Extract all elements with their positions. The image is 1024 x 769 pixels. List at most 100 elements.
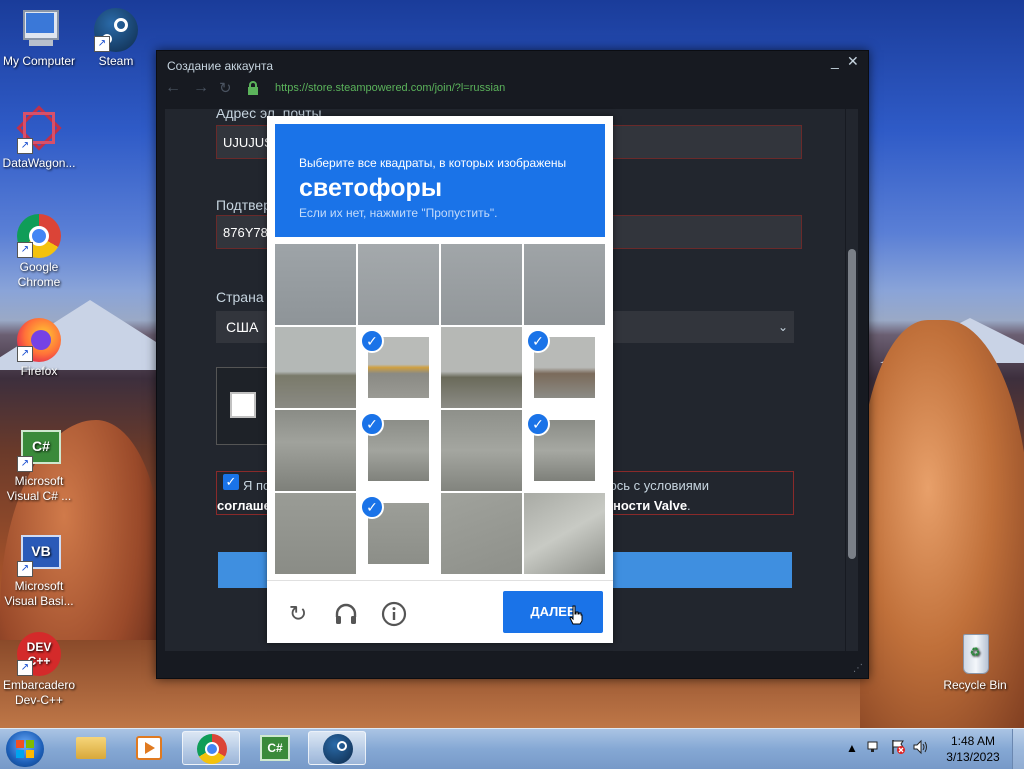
desktop-icon-dev-cpp[interactable]: DEV C++ ↗ Embarcadero Dev-C++ (0, 632, 81, 708)
captcha-tile[interactable] (441, 244, 522, 325)
visual-csharp-icon: C# ↗ (17, 428, 61, 472)
info-icon[interactable] (381, 601, 407, 627)
shortcut-arrow-icon: ↗ (94, 36, 110, 52)
captcha-instruction: Выберите все квадраты, в которых изображ… (299, 156, 567, 170)
captcha-tile[interactable]: ✓ (524, 410, 605, 491)
checkmark-icon: ✓ (360, 412, 384, 436)
desktop-icon-datawagon[interactable]: ↗ DataWagon... (0, 105, 81, 171)
dev-cpp-icon: DEV C++ ↗ (17, 632, 61, 676)
minimize-button[interactable]: _ (831, 53, 839, 69)
captcha-tile-image (275, 244, 356, 325)
windows-logo-icon (16, 740, 24, 748)
checkmark-icon: ✓ (360, 329, 384, 353)
captcha-tile[interactable] (524, 244, 605, 325)
privacy-link[interactable]: ности Valve (613, 498, 687, 513)
forward-arrow-icon[interactable]: → (193, 79, 209, 97)
desktop-icon-firefox[interactable]: ↗ Firefox (0, 318, 81, 379)
checkmark-icon: ✓ (526, 329, 550, 353)
start-button[interactable] (6, 731, 44, 767)
country-label: Страна (216, 289, 264, 305)
captcha-tile[interactable] (275, 244, 356, 325)
captcha-target: светофоры (299, 174, 443, 202)
captcha-tile[interactable] (524, 493, 605, 574)
captcha-tile-image (441, 493, 522, 574)
taskbar-chrome[interactable] (182, 731, 240, 765)
volume-icon[interactable] (912, 739, 930, 758)
captcha-image-grid: ✓ ✓ ✓ ✓ ✓ (275, 244, 605, 574)
cursor-hand-icon (569, 605, 583, 625)
captcha-tile-image (441, 410, 522, 491)
visual-basic-icon: VB ↗ (17, 533, 61, 577)
taskbar-steam[interactable] (308, 731, 366, 765)
taskbar: C# ▲ 1:48 AM 3/13/2023 (0, 728, 1024, 769)
datawagon-icon: ↗ (16, 105, 62, 154)
captcha-tile-image (524, 493, 605, 574)
resize-grip-icon[interactable]: ⋰ (853, 663, 863, 674)
captcha-tile[interactable] (441, 410, 522, 491)
headphones-icon[interactable] (333, 601, 359, 627)
url-bar: ← → ↻ https://store.steampowered.com/joi… (157, 77, 868, 101)
tray-expand-icon[interactable]: ▲ (846, 741, 858, 755)
scrollbar[interactable] (846, 109, 858, 651)
captcha-tile-image (524, 244, 605, 325)
recaptcha-checkbox[interactable] (230, 392, 256, 418)
clock[interactable]: 1:48 AM 3/13/2023 (940, 733, 1006, 765)
next-button[interactable]: ДАЛЕЕ (503, 591, 603, 633)
captcha-tile[interactable] (358, 244, 439, 325)
agreement-link[interactable]: соглаше (217, 498, 271, 513)
captcha-tile[interactable]: ✓ (358, 493, 439, 574)
chrome-icon: ↗ (17, 214, 61, 258)
desktop-icon-steam[interactable]: ↗ Steam (74, 8, 158, 69)
action-center-flag-icon[interactable] (890, 739, 906, 758)
folder-icon (76, 737, 106, 759)
shortcut-arrow-icon: ↗ (17, 456, 33, 472)
captcha-tile[interactable] (275, 327, 356, 408)
taskbar-visual-csharp[interactable]: C# (246, 731, 304, 765)
desktop-icon-visual-basic[interactable]: VB ↗ Microsoft Visual Basi... (0, 533, 81, 609)
show-desktop-button[interactable] (1012, 729, 1024, 769)
taskbar-explorer[interactable] (62, 731, 120, 765)
shortcut-arrow-icon: ↗ (17, 242, 33, 258)
computer-icon (17, 8, 61, 52)
chrome-icon (197, 734, 227, 764)
refresh-icon[interactable]: ↻ (285, 601, 311, 627)
visual-csharp-icon: C# (260, 735, 290, 761)
shortcut-arrow-icon: ↗ (17, 138, 33, 154)
shortcut-arrow-icon: ↗ (17, 561, 33, 577)
captcha-tile[interactable] (275, 493, 356, 574)
captcha-tile[interactable] (441, 493, 522, 574)
country-value: США (226, 319, 259, 335)
captcha-tile[interactable]: ✓ (358, 410, 439, 491)
captcha-tile[interactable]: ✓ (524, 327, 605, 408)
steam-icon (323, 734, 353, 764)
desktop-icon-visual-csharp[interactable]: C# ↗ Microsoft Visual C# ... (0, 428, 81, 504)
window-title: Создание аккаунта (167, 59, 274, 73)
network-icon[interactable] (866, 739, 882, 758)
confirm-email-label: Подтвер (216, 197, 271, 213)
reload-icon[interactable]: ↻ (219, 79, 232, 97)
captcha-tile-image (441, 327, 522, 408)
captcha-tile-image (275, 327, 356, 408)
captcha-tile-image (275, 493, 356, 574)
shortcut-arrow-icon: ↗ (17, 660, 33, 676)
desktop-icon-google-chrome[interactable]: ↗ Google Chrome (0, 214, 81, 290)
agree-checkbox[interactable]: ✓ (223, 474, 239, 490)
captcha-hint: Если их нет, нажмите "Пропустить". (299, 206, 498, 220)
desktop-icon-recycle-bin[interactable]: ♻ Recycle Bin (933, 632, 1017, 693)
captcha-header: Выберите все квадраты, в которых изображ… (275, 124, 605, 237)
hcaptcha-challenge: Выберите все квадраты, в которых изображ… (267, 116, 613, 643)
close-button[interactable]: ✕ (847, 53, 859, 70)
desktop-icon-my-computer[interactable]: My Computer (0, 8, 81, 69)
media-player-icon (136, 736, 162, 760)
taskbar-media-player[interactable] (120, 731, 178, 765)
captcha-tile[interactable] (275, 410, 356, 491)
back-arrow-icon[interactable]: ← (165, 79, 181, 97)
agree-punct: . (687, 498, 691, 513)
shortcut-arrow-icon: ↗ (17, 346, 33, 362)
url-text[interactable]: https://store.steampowered.com/join/?l=r… (275, 82, 505, 94)
captcha-tile[interactable]: ✓ (358, 327, 439, 408)
captcha-tile[interactable] (441, 327, 522, 408)
scrollbar-thumb[interactable] (848, 249, 856, 559)
chevron-down-icon: ⌄ (777, 320, 788, 334)
clock-time: 1:48 AM (950, 734, 996, 748)
